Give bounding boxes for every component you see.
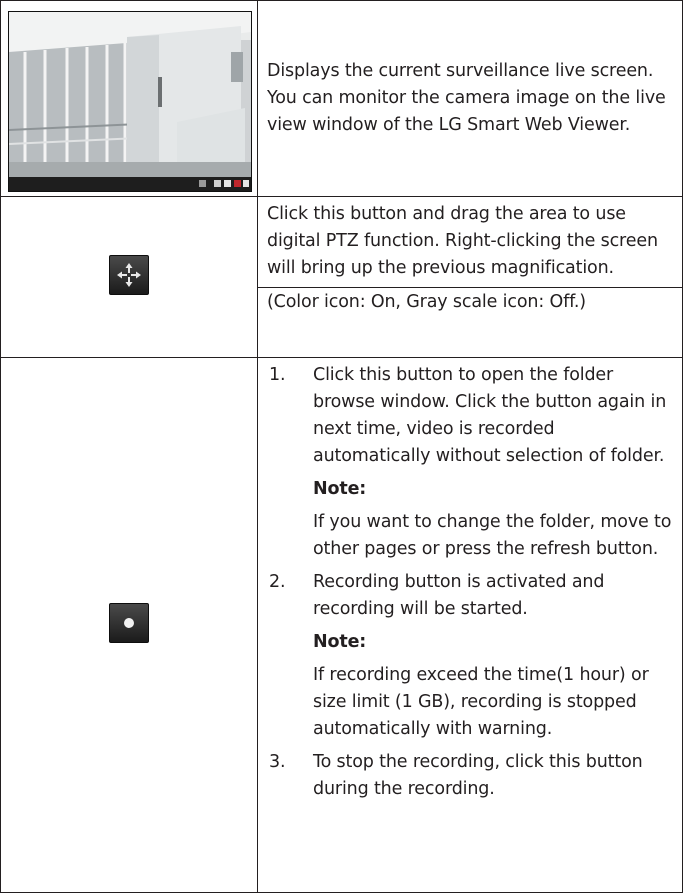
ptz-description: Click this button and drag the area to u… (257, 196, 683, 358)
step-item: 3. To stop the recording, click this but… (267, 749, 674, 803)
note-text: If you want to change the folder, move t… (313, 512, 672, 559)
note-label: Note: (313, 632, 367, 652)
ptz-inner-divider: (Color icon: On, Gray scale icon: Off.) (258, 287, 682, 316)
step-number: 2. (269, 572, 286, 592)
ptz-icon-cell (0, 196, 258, 358)
step-item: 1. Click this button to open the folder … (267, 362, 674, 563)
row-live-view: Displays the current surveillance live s… (0, 0, 683, 197)
live-view-description: Displays the current surveillance live s… (257, 0, 683, 197)
step-number: 3. (269, 752, 286, 772)
record-icon[interactable] (109, 603, 149, 643)
note-text: If recording exceed the time(1 hour) or … (313, 665, 649, 739)
record-icon-cell (0, 357, 258, 893)
step-number: 1. (269, 365, 286, 385)
record-steps: 1. Click this button to open the folder … (267, 362, 674, 803)
function-table: Displays the current surveillance live s… (0, 0, 683, 893)
step-item: 2. Recording button is activated and rec… (267, 569, 674, 743)
ptz-subtext: (Color icon: On, Gray scale icon: Off.) (267, 292, 586, 312)
step-text: Click this button to open the folder bro… (313, 365, 667, 466)
record-description: 1. Click this button to open the folder … (257, 357, 683, 893)
live-view-text: Displays the current surveillance live s… (267, 61, 666, 135)
step-text: Recording button is activated and record… (313, 572, 605, 619)
note-label: Note: (313, 479, 367, 499)
row-digital-ptz: Click this button and drag the area to u… (0, 196, 683, 358)
step-text: To stop the recording, click this button… (313, 752, 643, 799)
live-view-cell (0, 0, 258, 197)
ptz-text: Click this button and drag the area to u… (267, 204, 658, 278)
live-view-thumbnail (8, 11, 252, 192)
row-recording: 1. Click this button to open the folder … (0, 357, 683, 893)
digital-ptz-icon[interactable] (109, 255, 149, 295)
